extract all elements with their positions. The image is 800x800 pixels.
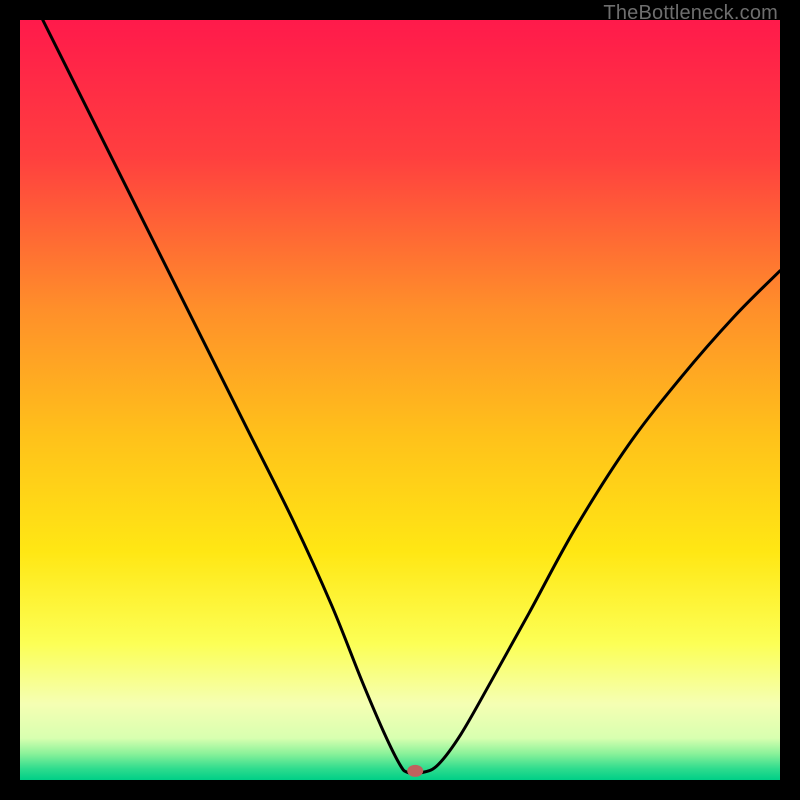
- minimum-marker: [407, 765, 423, 777]
- curve-layer: [20, 20, 780, 780]
- watermark-text: TheBottleneck.com: [603, 2, 778, 25]
- chart-frame: TheBottleneck.com: [0, 0, 800, 800]
- plot-area: [20, 20, 780, 780]
- bottleneck-curve: [43, 20, 780, 773]
